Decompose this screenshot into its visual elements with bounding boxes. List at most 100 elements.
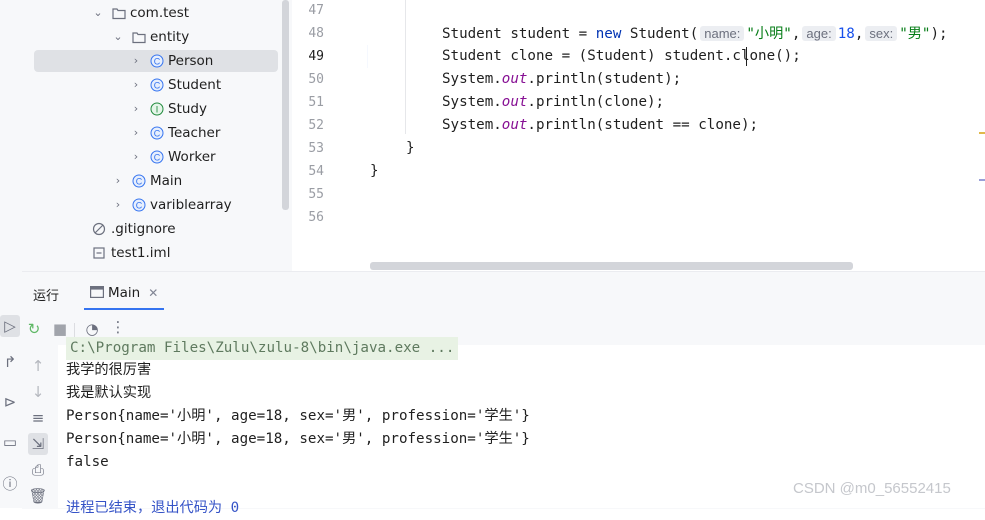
tree-item-label: Person xyxy=(168,53,214,69)
tree-scrollbar[interactable] xyxy=(282,0,289,210)
left-tool-strip: ▷ ↱ ⊳ ▭ ⓘ xyxy=(0,271,23,508)
package-icon xyxy=(112,8,126,20)
tab-main-label: Main xyxy=(108,285,141,301)
tree-item-label: entity xyxy=(150,29,190,45)
line-number: 55 xyxy=(308,187,324,202)
chevron-down-icon[interactable]: ⌄ xyxy=(112,26,124,48)
param-hint-name: name: xyxy=(700,26,745,41)
svg-text:C: C xyxy=(154,129,161,139)
indent-guide xyxy=(405,0,406,134)
tree-item-worker[interactable]: › C Worker xyxy=(34,146,278,168)
tree-item-main[interactable]: › C Main xyxy=(34,170,278,192)
vcs-icon[interactable]: ↱ xyxy=(0,353,20,371)
tree-item-label: com.test xyxy=(130,5,190,21)
text-caret xyxy=(746,47,747,66)
error-stripe-mark[interactable] xyxy=(979,179,985,181)
gauge-icon[interactable]: ◔ xyxy=(82,320,102,338)
code-line-54: } xyxy=(370,163,379,179)
svg-text:C: C xyxy=(154,81,161,91)
tree-item-label: Study xyxy=(168,101,207,117)
tab-main[interactable]: Main ✕ xyxy=(84,280,165,310)
tree-item-study[interactable]: › I Study xyxy=(34,98,278,120)
class-icon: C xyxy=(150,78,164,92)
class-icon: C xyxy=(132,174,146,188)
svg-text:I: I xyxy=(156,105,159,115)
soft-wrap-icon[interactable]: ≡ xyxy=(28,409,48,427)
editor-horizontal-scrollbar[interactable] xyxy=(370,262,853,270)
line-number: 51 xyxy=(308,95,324,110)
tree-item-label: .gitignore xyxy=(111,221,176,237)
tree-item-test1-iml[interactable]: test1.iml xyxy=(34,242,278,264)
interface-icon: I xyxy=(150,102,164,116)
tree-item-gitignore[interactable]: .gitignore xyxy=(34,218,278,240)
tree-item-com-test[interactable]: ⌄ com.test xyxy=(34,2,278,24)
run-tool-icon[interactable]: ▷ xyxy=(0,315,20,337)
line-number: 54 xyxy=(308,164,324,179)
tree-item-label: Teacher xyxy=(168,125,221,141)
stop-icon[interactable]: ■ xyxy=(50,320,70,338)
iml-file-icon xyxy=(93,247,105,259)
line-number: 52 xyxy=(308,118,324,133)
svg-text:C: C xyxy=(154,153,161,163)
class-icon: C xyxy=(132,198,146,212)
code-line-52: System.out.println(student == clone); xyxy=(442,117,759,133)
chevron-right-icon[interactable]: › xyxy=(130,50,142,72)
console-line: Person{name='小明', age=18, sex='男', profe… xyxy=(66,431,530,447)
tree-item-label: Worker xyxy=(168,149,216,165)
param-hint-sex: sex: xyxy=(865,26,898,41)
editor-gutter: 47 48 49 50 51 52 53 54 55 56 xyxy=(292,0,388,271)
console-line: Person{name='小明', age=18, sex='男', profe… xyxy=(66,408,530,424)
line-number: 49 xyxy=(308,49,324,64)
console-tab-icon xyxy=(90,286,105,299)
watermark: CSDN @m0_56552415 xyxy=(793,480,951,497)
param-hint-age: age: xyxy=(802,26,836,41)
code-editor[interactable]: Student student = new Student(name: "小明",… xyxy=(368,0,985,271)
tree-item-variblearray[interactable]: › C variblearray xyxy=(34,194,278,216)
chevron-right-icon[interactable]: › xyxy=(112,170,124,192)
project-tree: ⌄ com.test ⌄ entity › C Person › C Stude… xyxy=(0,0,292,271)
console-command-line: C:\Program Files\Zulu\zulu-8\bin\java.ex… xyxy=(66,337,459,360)
class-icon: C xyxy=(150,126,164,140)
error-stripe-mark[interactable] xyxy=(979,132,985,134)
tree-item-entity[interactable]: ⌄ entity xyxy=(34,26,278,48)
services-icon[interactable]: ⊳ xyxy=(0,393,20,411)
tree-item-label: Main xyxy=(150,173,183,189)
tree-item-label: test1.iml xyxy=(111,245,171,261)
scroll-to-end-icon[interactable]: ⇲ xyxy=(28,433,48,455)
rerun-icon[interactable]: ↻ xyxy=(24,320,44,338)
trash-icon[interactable]: 🗑 xyxy=(28,487,48,505)
package-icon xyxy=(132,32,146,44)
svg-text:C: C xyxy=(154,57,161,67)
console-line: false xyxy=(66,454,109,470)
code-line-53: } xyxy=(406,140,415,156)
line-number: 47 xyxy=(308,3,324,18)
run-panel-title: 运行 xyxy=(33,289,60,304)
terminal-icon[interactable]: ▭ xyxy=(0,433,20,451)
close-icon[interactable]: ✕ xyxy=(148,286,158,300)
problems-icon[interactable]: ⓘ xyxy=(0,473,20,494)
chevron-right-icon[interactable]: › xyxy=(112,194,124,216)
arrow-down-icon[interactable]: ↓ xyxy=(28,383,48,401)
chevron-right-icon[interactable]: › xyxy=(130,122,142,144)
tree-item-person[interactable]: › C Person xyxy=(34,50,278,72)
line-number: 48 xyxy=(308,26,324,41)
more-options-icon[interactable]: ⋮ xyxy=(108,318,128,336)
tree-item-label: variblearray xyxy=(150,197,232,213)
chevron-right-icon[interactable]: › xyxy=(130,146,142,168)
chevron-right-icon[interactable]: › xyxy=(130,98,142,120)
code-line-51: System.out.println(clone); xyxy=(442,94,665,110)
print-icon[interactable]: ⎙ xyxy=(28,461,48,479)
tree-item-teacher[interactable]: › C Teacher xyxy=(34,122,278,144)
svg-text:C: C xyxy=(136,201,143,211)
code-line-48: Student student = new Student(name: "小明",… xyxy=(442,26,948,42)
console-line: 我学的很厉害 xyxy=(66,362,152,378)
console-side-toolbar: ↑ ↓ ≡ ⇲ ⎙ 🗑 xyxy=(22,345,58,508)
class-icon: C xyxy=(150,54,164,68)
arrow-up-icon[interactable]: ↑ xyxy=(28,357,48,375)
svg-text:C: C xyxy=(136,177,143,187)
chevron-right-icon[interactable]: › xyxy=(130,74,142,96)
active-tab-indicator xyxy=(84,308,165,310)
line-number: 56 xyxy=(308,210,324,225)
chevron-down-icon[interactable]: ⌄ xyxy=(92,2,104,24)
tree-item-student[interactable]: › C Student xyxy=(34,74,278,96)
